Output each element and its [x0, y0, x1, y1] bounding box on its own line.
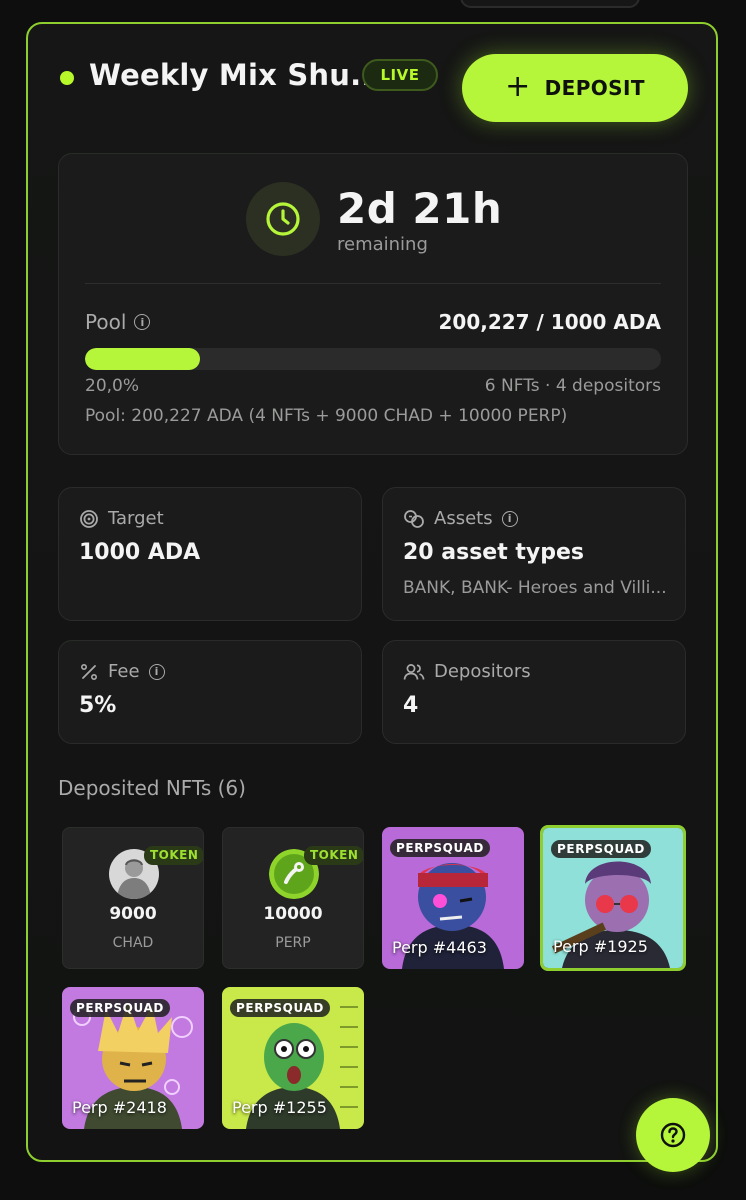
live-indicator-dot [60, 71, 74, 85]
fee-header: Fee i [79, 661, 165, 682]
info-icon[interactable]: i [134, 314, 151, 330]
depositors-card: Depositors 4 [382, 640, 686, 744]
collection-badge: PERPSQUAD [551, 840, 651, 858]
token-amount: 10000 [263, 904, 323, 924]
nft-tile-perp-4463[interactable]: PERPSQUAD Perp #4463 [382, 827, 524, 969]
nft-label: Perp #2418 [72, 1098, 167, 1117]
nft-label: Perp #4463 [392, 938, 487, 957]
token-tile-chad[interactable]: TOKEN 9000 CHAD [62, 827, 204, 969]
users-icon [403, 663, 425, 680]
deposit-button[interactable]: + DEPOSIT [462, 54, 688, 122]
time-remaining-label: remaining [337, 234, 428, 255]
plus-icon: + [505, 68, 531, 104]
target-label: Target [108, 508, 164, 529]
depositors-value: 4 [403, 693, 419, 718]
question-icon [660, 1122, 686, 1148]
pool-progress-bar [85, 348, 661, 370]
collection-badge: PERPSQUAD [390, 839, 490, 857]
target-card: Target 1000 ADA [58, 487, 362, 621]
token-tile-perp[interactable]: TOKEN 10000 PERP [222, 827, 364, 969]
pool-title: Weekly Mix Shu... [89, 58, 384, 92]
pool-label-text: Pool [85, 310, 127, 334]
depositors-header: Depositors [403, 661, 531, 682]
token-badge: TOKEN [304, 846, 363, 865]
nft-tile-perp-1255[interactable]: PERPSQUAD Perp #1255 [222, 987, 364, 1129]
depositors-label: Depositors [434, 661, 531, 682]
token-name: PERP [275, 935, 311, 951]
info-icon[interactable]: i [501, 510, 518, 527]
fee-card: Fee i 5% [58, 640, 362, 744]
target-header: Target [79, 508, 164, 529]
pool-percent: 20,0% [85, 376, 140, 396]
assets-header: Assets i [403, 508, 518, 529]
coins-icon [404, 509, 424, 528]
nft-label: Perp #1925 [553, 937, 648, 956]
token-name: CHAD [112, 935, 154, 951]
nft-tile-perp-2418[interactable]: PERPSQUAD Perp #2418 [62, 987, 204, 1129]
collection-badge: PERPSQUAD [230, 999, 330, 1017]
token-amount: 9000 [109, 904, 157, 924]
assets-value: 20 asset types [403, 540, 585, 565]
divider [85, 283, 661, 284]
target-icon [80, 509, 98, 528]
pool-progress-fill [85, 348, 201, 370]
fee-label: Fee [108, 661, 140, 682]
deposited-nfts-title: Deposited NFTs (6) [58, 776, 246, 800]
nft-tile-perp-1925[interactable]: PERPSQUAD Perp #1925 [540, 825, 686, 971]
assets-card: Assets i 20 asset types BANK, BANK- Hero… [382, 487, 686, 621]
info-icon[interactable]: i [148, 663, 165, 680]
pool-detail: Pool: 200,227 ADA (4 NFTs + 9000 CHAD + … [85, 406, 568, 426]
collection-badge: PERPSQUAD [70, 999, 170, 1017]
time-remaining-value: 2d 21h [337, 184, 503, 233]
help-button[interactable] [636, 1098, 710, 1172]
top-sheet-handle [460, 0, 640, 8]
fee-value: 5% [79, 693, 117, 718]
nfts-depositors-count: 6 NFTs · 4 depositors [484, 376, 661, 396]
deposit-button-label: DEPOSIT [544, 76, 645, 100]
nft-label: Perp #1255 [232, 1098, 327, 1117]
target-value: 1000 ADA [79, 540, 201, 565]
clock-icon [246, 182, 320, 256]
percent-icon [80, 663, 98, 680]
header-row: Weekly Mix Shu... LIVE + DEPOSIT [58, 54, 698, 138]
assets-list: BANK, BANK- Heroes and Villi... [403, 578, 667, 598]
pool-status-card: 2d 21h remaining Pool i 200,227 / 1000 A… [58, 153, 688, 455]
assets-label: Assets [434, 508, 493, 529]
pool-label: Pool i [85, 310, 151, 334]
token-badge: TOKEN [144, 846, 203, 865]
pool-value: 200,227 / 1000 ADA [438, 310, 661, 334]
status-badge: LIVE [362, 59, 438, 91]
